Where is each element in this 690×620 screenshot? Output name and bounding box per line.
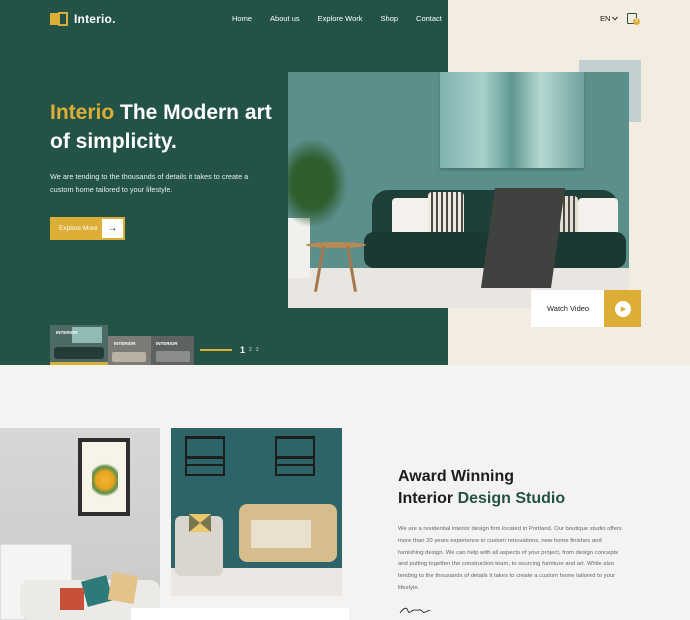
plant — [288, 138, 348, 228]
pager-page-2[interactable]: 2 — [249, 347, 252, 353]
pillow — [392, 198, 432, 236]
cushion-pattern — [189, 514, 311, 548]
pillow — [428, 192, 464, 236]
cushions — [60, 571, 139, 610]
nav-home[interactable]: Home — [232, 14, 252, 23]
watch-video-label: Watch Video — [547, 304, 590, 313]
interior-image-middle — [171, 428, 342, 596]
brand-name: Interio. — [74, 12, 116, 26]
interior-image-left — [0, 428, 160, 620]
title-line-2-accent: Design Studio — [457, 490, 566, 507]
pager-progress-line — [200, 349, 232, 351]
slide-thumb-2[interactable]: INTERIOR INTERIOR — [108, 336, 194, 365]
slide-thumb-label: INTERIOR — [114, 341, 136, 346]
wall-painting — [440, 72, 584, 168]
hero-title: Interio The Modern art of simplicity. — [50, 98, 280, 156]
hero-section: Interio. Home About us Explore Work Shop… — [0, 0, 690, 365]
title-line-1: Award Winning — [398, 468, 514, 485]
language-label: EN — [600, 14, 611, 23]
play-icon: ▶ — [614, 300, 631, 317]
hero-description: We are tending to the thousands of detai… — [50, 172, 249, 194]
pillow — [578, 198, 618, 236]
logo[interactable]: Interio. — [50, 12, 116, 26]
side-table — [306, 242, 366, 248]
nav-shop[interactable]: Shop — [381, 14, 399, 23]
slide-thumb-label: INTERIOR — [156, 341, 178, 346]
main-nav: Home About us Explore Work Shop Contact — [232, 14, 460, 23]
content-card — [131, 608, 349, 620]
chevron-down-icon — [612, 16, 619, 21]
slider-pagination: 1 2 3 — [200, 345, 259, 355]
language-selector[interactable]: EN — [600, 14, 619, 23]
explore-more-button[interactable]: Explore More → — [50, 217, 125, 240]
signature-icon — [399, 607, 431, 614]
nav-explore-work[interactable]: Explore Work — [318, 14, 363, 23]
section-description: We are a residential interior design fir… — [398, 526, 622, 591]
arrow-right-icon: → — [102, 219, 123, 238]
logo-icon — [50, 12, 68, 26]
pager-page-3[interactable]: 3 — [256, 347, 259, 353]
title-line-2-plain: Interior — [398, 490, 458, 507]
pager-current[interactable]: 1 — [240, 345, 245, 355]
watch-video-button[interactable]: Watch Video ▶ — [531, 290, 641, 327]
section-title: Award Winning Interior Design Studio — [398, 466, 565, 510]
hero-title-accent: Interio — [50, 101, 115, 124]
nav-about[interactable]: About us — [270, 14, 300, 23]
blanket — [480, 188, 566, 288]
explore-more-label: Explore More — [59, 225, 98, 232]
cart-icon[interactable]: 0 — [627, 11, 640, 25]
nav-contact[interactable]: Contact — [416, 14, 442, 23]
slide-thumb-1[interactable]: INTERIOR — [50, 325, 108, 365]
play-box: ▶ — [604, 290, 641, 327]
cart-badge: 0 — [633, 18, 640, 25]
slide-thumb-label: INTERIOR — [56, 330, 78, 335]
hero-image — [288, 72, 629, 308]
